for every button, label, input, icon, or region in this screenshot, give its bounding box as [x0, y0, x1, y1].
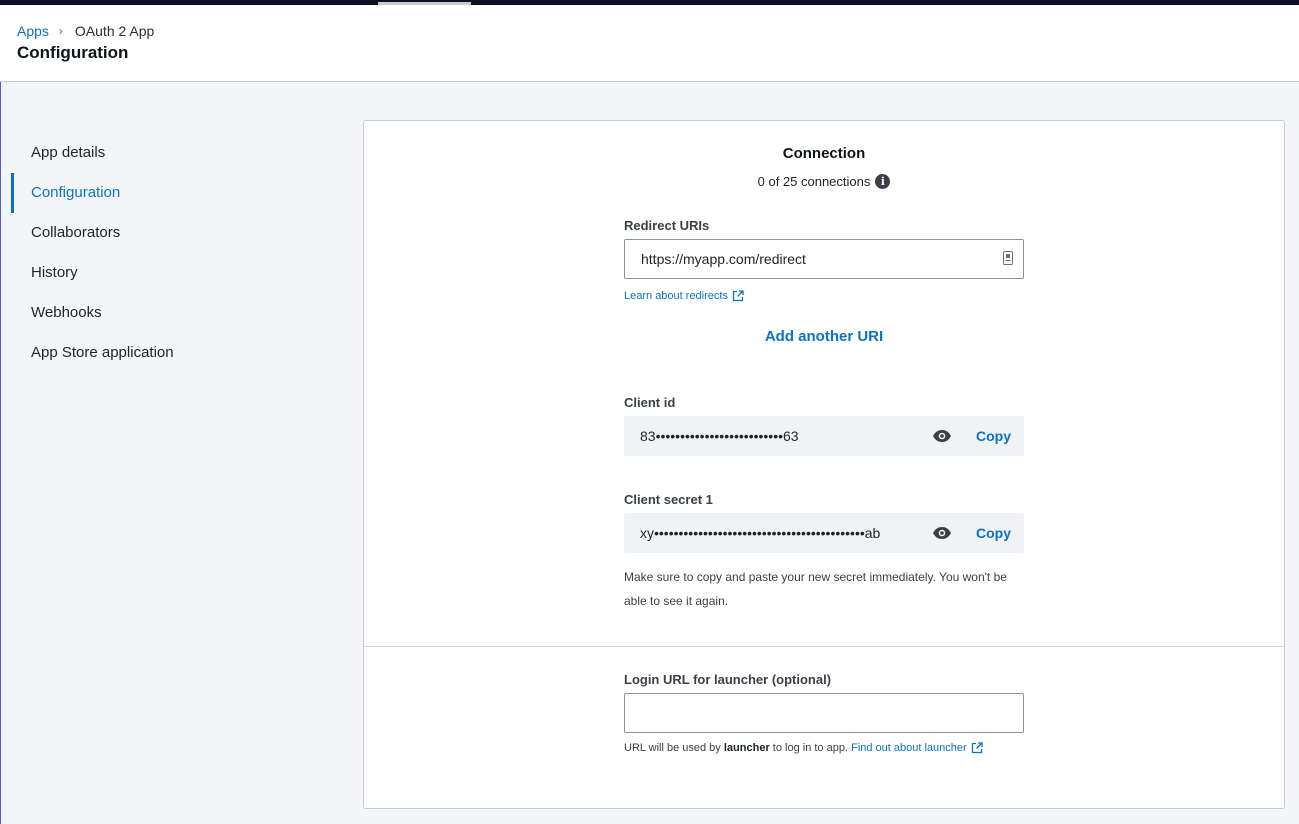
sidebar-item-app-details[interactable]: App details — [11, 133, 311, 173]
sidebar-item-webhooks[interactable]: Webhooks — [11, 293, 311, 333]
configuration-card: Connection 0 of 25 connections i Redirec… — [363, 120, 1285, 809]
field-fill-icon — [1003, 251, 1013, 265]
eye-icon[interactable] — [932, 526, 952, 540]
sidebar-item-app-store-application[interactable]: App Store application — [11, 333, 311, 373]
connection-title: Connection — [782, 145, 866, 162]
redirect-uris-label: Redirect URIs — [624, 218, 710, 233]
find-out-about-launcher-link[interactable]: Find out about launcher — [851, 736, 983, 760]
login-url-group: Login URL for launcher (optional) URL wi… — [624, 672, 1024, 760]
breadcrumb-chevron-icon: › — [58, 24, 63, 38]
sidebar-nav: App details Configuration Collaborators … — [11, 133, 311, 373]
eye-icon[interactable] — [932, 429, 952, 443]
copy-client-secret-button[interactable]: Copy — [976, 525, 1011, 541]
copy-client-id-button[interactable]: Copy — [976, 428, 1011, 444]
login-url-help-mid: to log in to app. — [772, 742, 849, 754]
client-secret-note: Make sure to copy and paste your new sec… — [624, 570, 1007, 608]
sidebar-item-history[interactable]: History — [11, 253, 311, 293]
page-title: Configuration — [17, 43, 129, 62]
breadcrumb-current: OAuth 2 App — [74, 23, 155, 39]
client-id-field: 83••••••••••••••••••••••••••63 Copy — [624, 416, 1024, 456]
external-link-icon — [971, 742, 983, 754]
login-url-help-prefix: URL will be used by — [624, 742, 721, 754]
client-id-group: Client id 83••••••••••••••••••••••••••63… — [624, 395, 1024, 456]
add-another-uri-button[interactable]: Add another URI — [624, 328, 1024, 345]
learn-about-redirects-link[interactable]: Learn about redirects — [624, 290, 744, 302]
redirect-uri-value: https://myapp.com/redirect — [641, 251, 806, 267]
external-link-icon — [732, 290, 744, 302]
window-left-edge — [0, 82, 1, 824]
client-id-value: 83••••••••••••••••••••••••••63 — [640, 428, 799, 444]
redirect-uri-input[interactable]: https://myapp.com/redirect — [624, 239, 1024, 279]
find-out-about-launcher-label: Find out about launcher — [851, 742, 967, 754]
client-secret-label: Client secret 1 — [624, 492, 713, 507]
sidebar-item-collaborators[interactable]: Collaborators — [11, 213, 311, 253]
breadcrumb: Apps › OAuth 2 App — [17, 23, 154, 39]
learn-about-redirects-label: Learn about redirects — [624, 290, 728, 302]
client-secret-group: Client secret 1 xy••••••••••••••••••••••… — [624, 492, 1024, 613]
login-url-help-bold: launcher — [723, 742, 770, 754]
connection-count: 0 of 25 connections i — [364, 174, 1284, 189]
info-icon[interactable]: i — [875, 174, 891, 189]
sidebar-item-configuration[interactable]: Configuration — [11, 173, 311, 213]
breadcrumb-apps-link[interactable]: Apps — [17, 23, 49, 39]
connection-count-text: 0 of 25 connections — [757, 174, 871, 189]
client-secret-value: xy••••••••••••••••••••••••••••••••••••••… — [640, 525, 881, 541]
page-header: Apps › OAuth 2 App Configuration — [0, 5, 1299, 82]
client-secret-field: xy••••••••••••••••••••••••••••••••••••••… — [624, 513, 1024, 553]
login-url-input[interactable] — [624, 693, 1024, 733]
client-id-label: Client id — [624, 395, 676, 410]
redirect-uris-group: Redirect URIs https://myapp.com/redirect… — [624, 218, 1024, 304]
login-url-help: URL will be used by launcher to log in t… — [624, 736, 1024, 760]
section-divider — [364, 646, 1284, 647]
login-url-label: Login URL for launcher (optional) — [624, 672, 832, 687]
